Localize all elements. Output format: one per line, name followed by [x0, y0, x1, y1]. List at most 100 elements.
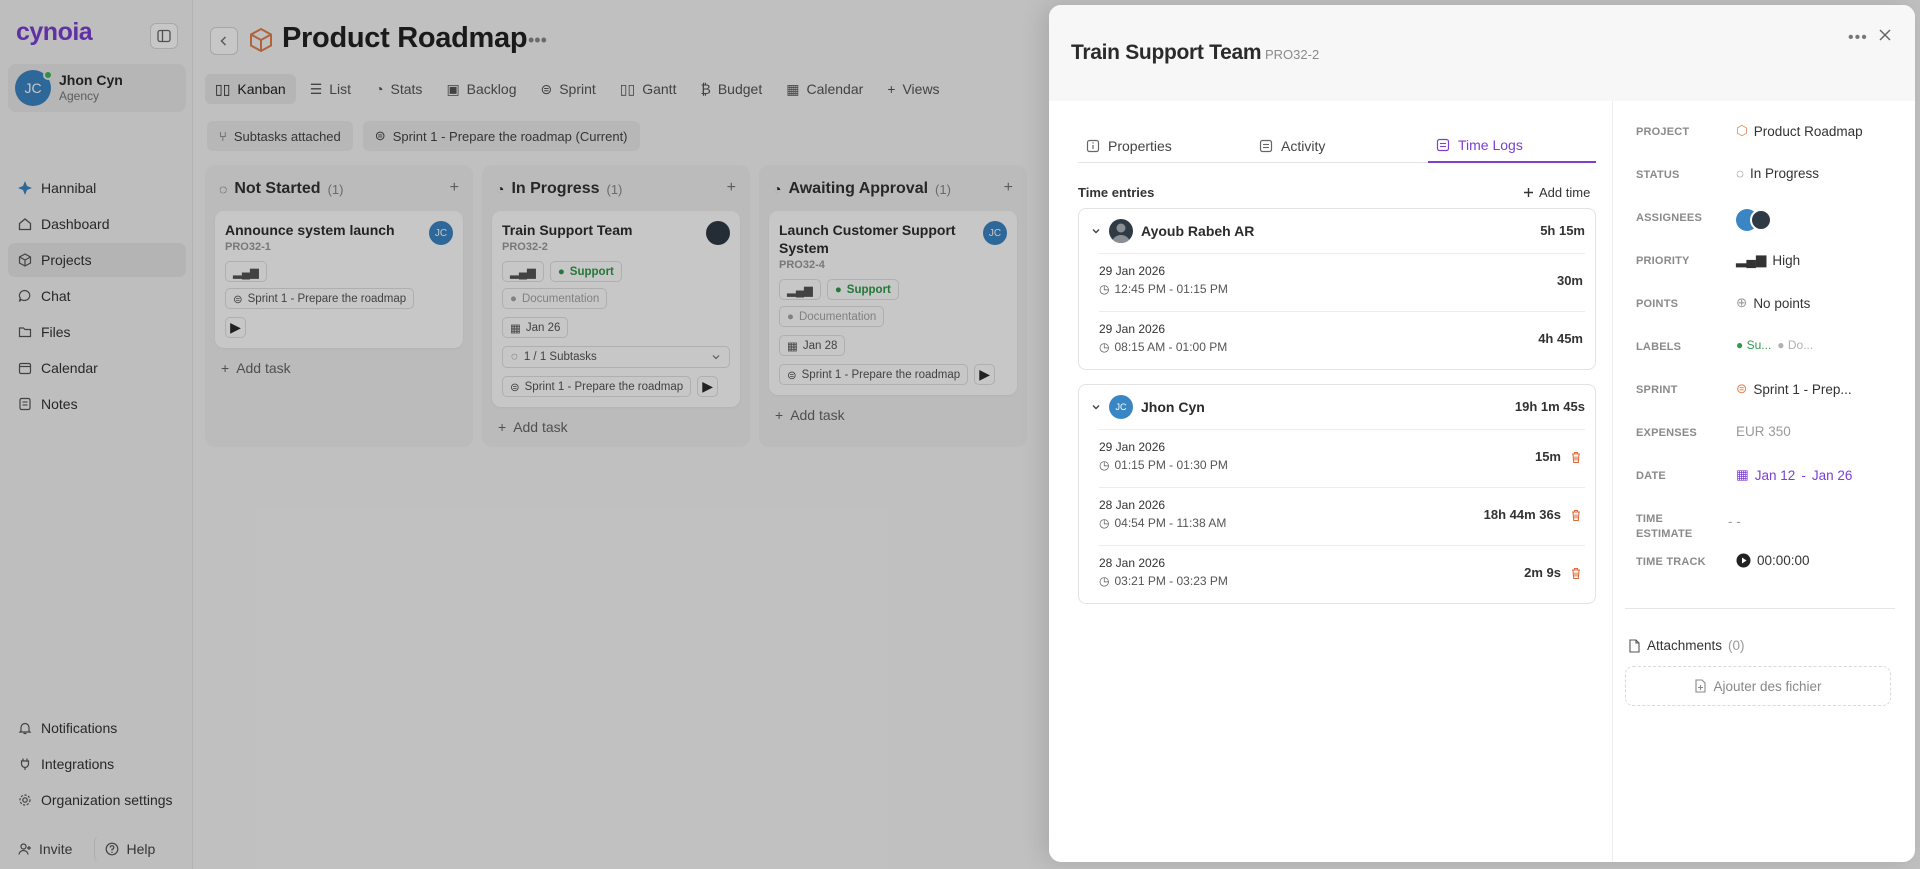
time-entry[interactable]: 28 Jan 2026 ◷ 03:21 PM - 03:23 PM 2m 9s: [1099, 545, 1585, 603]
priority-dropdown[interactable]: ▂▄▆ High: [1736, 252, 1800, 268]
avatar: JC: [1109, 395, 1133, 419]
entry-date: 29 Jan 2026: [1099, 440, 1166, 454]
group-user-name: Ayoub Rabeh AR: [1141, 223, 1255, 239]
entry-range: ◷ 03:21 PM - 03:23 PM: [1099, 574, 1228, 588]
time-group: Ayoub Rabeh AR 5h 15m 29 Jan 2026 ◷ 12:45…: [1078, 208, 1596, 370]
trash-icon[interactable]: [1569, 508, 1583, 522]
project-name: Product Roadmap: [1753, 123, 1863, 139]
expenses-value[interactable]: EUR 350: [1736, 424, 1791, 439]
property-label: TIME TRACK: [1636, 556, 1706, 568]
time-estimate-value[interactable]: - -: [1728, 514, 1741, 529]
entry-duration: 30m: [1556, 273, 1583, 288]
labels-picker[interactable]: ● Su... ● Do...: [1736, 338, 1813, 352]
close-icon: [1879, 29, 1891, 41]
attachments-label: Attachments: [1647, 638, 1723, 653]
clock-icon: ◷: [1099, 458, 1110, 472]
clock-icon: ◷: [1099, 340, 1110, 354]
status-in-progress-icon: ◌: [1736, 166, 1745, 181]
project-value[interactable]: ⬡ Product Roadmap: [1736, 123, 1863, 139]
property-label: ASSIGNEES: [1636, 212, 1702, 224]
time-track-value: 00:00:00: [1757, 553, 1810, 568]
attachments-count: (0): [1728, 638, 1745, 653]
tab-label: Activity: [1281, 138, 1326, 154]
time-group: JC Jhon Cyn 19h 1m 45s 29 Jan 2026 ◷ 01:1…: [1078, 384, 1596, 604]
property-label: STATUS: [1636, 169, 1680, 181]
entry-range-text: 12:45 PM - 01:15 PM: [1114, 282, 1228, 296]
property-project: PROJECT ⬡ Product Roadmap: [1636, 119, 1906, 162]
entry-duration: 18h 44m 36s: [1483, 507, 1561, 522]
upload-dropzone[interactable]: Ajouter des fichier: [1625, 666, 1891, 706]
status-dropdown[interactable]: ◌ In Progress: [1736, 166, 1819, 181]
panel-tabs: Properties Activity Time Logs: [1078, 129, 1596, 163]
panel-divider: [1612, 101, 1613, 862]
time-log-icon: [1436, 138, 1450, 152]
entry-range: ◷ 08:15 AM - 01:00 PM: [1099, 340, 1227, 354]
time-entry[interactable]: 29 Jan 2026 ◷ 12:45 PM - 01:15 PM 30m: [1099, 253, 1585, 311]
group-total: 5h 15m: [1540, 223, 1585, 238]
property-priority: PRIORITY ▂▄▆ High: [1636, 248, 1906, 291]
time-entry[interactable]: 28 Jan 2026 ◷ 04:54 PM - 11:38 AM 18h 44m…: [1099, 487, 1585, 545]
points-picker[interactable]: ⊕ No points: [1736, 295, 1810, 311]
property-points: POINTS ⊕ No points: [1636, 291, 1906, 334]
add-time-label: Add time: [1539, 185, 1591, 200]
close-button[interactable]: [1877, 27, 1897, 47]
label-text: Do...: [1787, 338, 1814, 352]
status-value: In Progress: [1750, 166, 1820, 181]
label-line: ESTIMATE: [1636, 528, 1693, 540]
clock-icon: ◷: [1099, 574, 1110, 588]
property-label: DATE: [1636, 470, 1666, 482]
file-add-icon: [1695, 679, 1707, 693]
panel-header: Train Support Team PRO32-2 •••: [1049, 5, 1915, 101]
time-entry[interactable]: 29 Jan 2026 ◷ 01:15 PM - 01:30 PM 15m: [1099, 429, 1585, 487]
entry-range-text: 01:15 PM - 01:30 PM: [1114, 458, 1228, 472]
group-total: 19h 1m 45s: [1514, 399, 1585, 414]
group-header[interactable]: Ayoub Rabeh AR 5h 15m: [1079, 209, 1595, 253]
time-entries-title: Time entries: [1078, 185, 1155, 200]
time-tracker[interactable]: 00:00:00: [1736, 553, 1810, 568]
date-separator: -: [1801, 467, 1806, 483]
more-options-icon[interactable]: •••: [1848, 29, 1868, 47]
property-label: POINTS: [1636, 298, 1679, 310]
clock-icon: ◷: [1099, 282, 1110, 296]
attachments-header: Attachments (0): [1628, 638, 1745, 653]
task-code: PRO32-2: [1265, 47, 1320, 62]
avatar: [1109, 219, 1133, 243]
play-icon: [1736, 553, 1751, 568]
property-label: EXPENSES: [1636, 427, 1697, 439]
tab-label: Time Logs: [1458, 137, 1523, 153]
label-text: Su...: [1746, 338, 1772, 352]
trash-icon[interactable]: [1569, 566, 1583, 580]
task-title[interactable]: Train Support Team: [1071, 41, 1262, 65]
plus-icon: [1524, 188, 1533, 197]
property-status: STATUS ◌ In Progress: [1636, 162, 1906, 205]
entry-duration: 2m 9s: [1524, 565, 1561, 580]
chevron-down-icon: [1092, 229, 1100, 234]
properties-list: PROJECT ⬡ Product Roadmap STATUS ◌ In Prog…: [1636, 119, 1906, 592]
tab-properties[interactable]: Properties: [1086, 129, 1172, 163]
property-label: TIME ESTIMATE: [1636, 512, 1692, 542]
sprint-picker[interactable]: ⊜ Sprint 1 - Prep...: [1736, 381, 1852, 397]
property-time-track: TIME TRACK 00:00:00: [1636, 549, 1906, 592]
entry-date: 28 Jan 2026: [1099, 556, 1166, 570]
property-time-estimate: TIME ESTIMATE - -: [1636, 506, 1906, 549]
task-detail-panel: Train Support Team PRO32-2 ••• Propertie…: [1049, 5, 1915, 862]
entry-range-text: 04:54 PM - 11:38 AM: [1114, 516, 1227, 530]
upload-label: Ajouter des fichier: [1713, 678, 1822, 694]
entry-date: 28 Jan 2026: [1099, 498, 1166, 512]
cube-icon: ⬡: [1736, 123, 1748, 138]
trash-icon[interactable]: [1569, 450, 1583, 464]
add-time-button[interactable]: Add time: [1523, 185, 1590, 200]
property-sprint: SPRINT ⊜ Sprint 1 - Prep...: [1636, 377, 1906, 420]
property-label: SPRINT: [1636, 384, 1678, 396]
entry-duration: 4h 45m: [1538, 331, 1583, 346]
entry-range: ◷ 01:15 PM - 01:30 PM: [1099, 458, 1228, 472]
tab-label: Properties: [1108, 138, 1172, 154]
tab-activity[interactable]: Activity: [1259, 129, 1325, 163]
group-header[interactable]: JC Jhon Cyn 19h 1m 45s: [1079, 385, 1595, 429]
time-entry[interactable]: 29 Jan 2026 ◷ 08:15 AM - 01:00 PM 4h 45m: [1099, 311, 1585, 369]
tab-time-logs[interactable]: Time Logs: [1428, 129, 1596, 163]
entry-range: ◷ 04:54 PM - 11:38 AM: [1099, 516, 1226, 530]
date-range-picker[interactable]: ▦ Jan 12 - Jan 26: [1736, 467, 1852, 483]
entry-range-text: 03:21 PM - 03:23 PM: [1114, 574, 1228, 588]
assignees-picker[interactable]: [1736, 209, 1772, 231]
